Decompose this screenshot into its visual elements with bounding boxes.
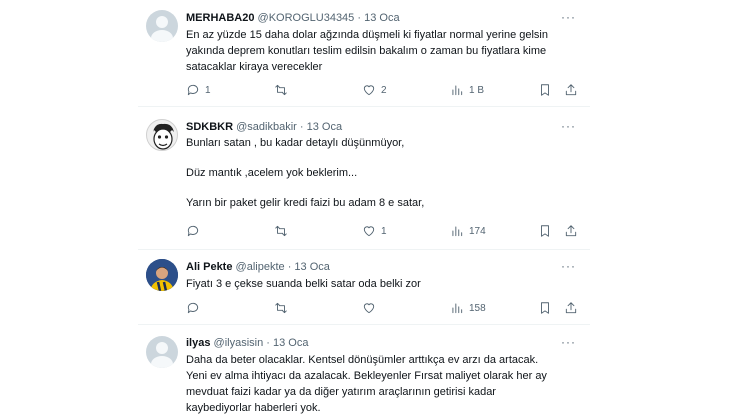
user-handle[interactable]: @KOROGLU34345	[258, 12, 355, 24]
share-button[interactable]	[564, 223, 578, 239]
user-handle[interactable]: @alipekte	[236, 261, 285, 273]
reply-button[interactable]: 1	[186, 82, 211, 98]
retweet-button[interactable]	[274, 82, 288, 98]
cartoon-avatar[interactable]	[146, 119, 178, 151]
display-name[interactable]: MERHABA20	[186, 12, 254, 24]
display-name[interactable]: ilyas	[186, 337, 210, 349]
tweet-text-line: Fiyatı 3 e çekse suanda belki satar oda …	[186, 278, 421, 290]
tweet-text-line: Daha da beter olacaklar. Kentsel dönüşüm…	[186, 354, 539, 366]
tweet-text-line: Yeni ev alma ihtiyacı da azalacak. Bekle…	[186, 370, 547, 382]
separator-dot: ·	[266, 337, 270, 349]
tweet-header: ilyas @ilyasisin · 13 Oca	[186, 337, 308, 349]
view-count: 1 B	[469, 84, 485, 96]
tweet-text-line: kaybediyorlar haberleri yok.	[186, 402, 321, 414]
tweet-actions: 1 2 1 B	[186, 82, 578, 98]
share-icon	[565, 84, 577, 96]
bookmark-icon	[541, 302, 549, 314]
timestamp[interactable]: 13 Oca	[364, 12, 399, 24]
retweet-button[interactable]	[274, 223, 288, 239]
tweet-text-line	[186, 151, 586, 166]
user-handle[interactable]: @ilyasisin	[214, 337, 264, 349]
tweet[interactable]: ilyas @ilyasisin · 13 Oca ··· Daha da be…	[138, 325, 590, 420]
like-count: 1	[381, 225, 387, 237]
view-count: 174	[469, 225, 486, 237]
reply-icon	[187, 84, 199, 96]
share-icon	[565, 225, 577, 237]
tweet[interactable]: SDKBKR @sadikbakir · 13 Oca ··· Bunları …	[138, 107, 590, 250]
user-handle[interactable]: @sadikbakir	[236, 121, 297, 133]
separator-dot: ·	[357, 12, 362, 24]
views-chart-icon	[452, 85, 463, 96]
timestamp[interactable]: 13 Oca	[273, 337, 308, 349]
tweet-text: En az yüzde 15 daha dolar ağzında düşmel…	[186, 27, 586, 75]
bookmark-icon	[541, 225, 549, 237]
tweet-text-line: Bunları satan , bu kadar detaylı düşünmü…	[186, 137, 405, 149]
views-button[interactable]: 174	[450, 223, 486, 239]
tweet-text-line: mevduat faizi kadar ya da diğer yatırım …	[186, 386, 496, 398]
views-chart-icon	[452, 303, 463, 314]
display-name[interactable]: SDKBKR	[186, 121, 233, 133]
tweet[interactable]: MERHABA20 @KOROGLU34345 · 13 Oca ··· En …	[138, 0, 590, 107]
like-count: 2	[381, 84, 387, 96]
views-button[interactable]: 158	[450, 300, 486, 316]
retweet-icon	[275, 302, 287, 314]
bookmark-button[interactable]	[538, 300, 552, 316]
reply-count: 1	[205, 84, 211, 96]
tweet-header: MERHABA20 @KOROGLU34345 · 13 Oca	[186, 12, 400, 24]
reply-button[interactable]	[186, 300, 205, 316]
share-button[interactable]	[564, 82, 578, 98]
more-options-icon[interactable]: ···	[561, 10, 576, 24]
heart-icon	[363, 226, 375, 237]
reply-icon	[187, 302, 199, 314]
retweet-button[interactable]	[274, 300, 288, 316]
default-avatar[interactable]	[146, 10, 178, 42]
view-count: 158	[469, 302, 486, 314]
tweet-text: Fiyatı 3 e çekse suanda belki satar oda …	[186, 276, 586, 292]
like-button[interactable]: 2	[362, 82, 387, 98]
more-options-icon[interactable]: ···	[561, 335, 576, 349]
reply-button[interactable]	[186, 223, 205, 239]
more-options-icon[interactable]: ···	[561, 119, 576, 133]
retweet-icon	[275, 225, 287, 237]
more-options-icon[interactable]: ···	[561, 259, 576, 273]
cartoon-face-icon	[153, 123, 174, 150]
timestamp[interactable]: 13 Oca	[294, 261, 329, 273]
separator-dot: ·	[287, 261, 292, 273]
share-button[interactable]	[564, 300, 578, 316]
bookmark-icon	[541, 84, 549, 96]
tweet-header: Ali Pekte @alipekte · 13 Oca	[186, 261, 330, 273]
like-button[interactable]: 1	[362, 223, 387, 239]
tweet-text-line: yakında deprem konutları teslim edilsin …	[186, 45, 547, 57]
views-chart-icon	[452, 226, 463, 237]
timestamp[interactable]: 13 Oca	[307, 121, 342, 133]
profile-photo-icon	[146, 259, 178, 291]
retweet-icon	[275, 84, 287, 96]
tweet-text-line: Yarın bir paket gelir kredi faizi bu ada…	[186, 197, 425, 209]
tweet-header: SDKBKR @sadikbakir · 13 Oca	[186, 121, 342, 133]
default-avatar[interactable]	[146, 336, 178, 368]
tweet-text-line: Düz mantık ,acelem yok beklerim...	[186, 167, 358, 179]
tweet-text-line	[186, 181, 586, 196]
tweet-text-line: En az yüzde 15 daha dolar ağzında düşmel…	[186, 29, 548, 41]
tweet[interactable]: Ali Pekte @alipekte · 13 Oca ··· Fiyatı …	[138, 250, 590, 325]
tweet-timeline: MERHABA20 @KOROGLU34345 · 13 Oca ··· En …	[138, 0, 590, 420]
tweet-text-line: satacaklar kiraya verecekler	[186, 61, 323, 73]
bookmark-button[interactable]	[538, 223, 552, 239]
separator-dot: ·	[299, 121, 304, 133]
heart-icon	[363, 85, 375, 96]
tweet-actions: 1 174	[186, 223, 578, 239]
bookmark-button[interactable]	[538, 82, 552, 98]
heart-icon	[363, 303, 375, 314]
share-icon	[565, 302, 577, 314]
tweet-text: Daha da beter olacaklar. Kentsel dönüşüm…	[186, 352, 586, 416]
like-button[interactable]	[362, 300, 381, 316]
tweet-text: Bunları satan , bu kadar detaylı düşünmü…	[186, 136, 586, 211]
tweet-actions: 158	[186, 300, 578, 316]
photo-avatar[interactable]	[146, 259, 178, 291]
reply-icon	[187, 225, 199, 237]
display-name[interactable]: Ali Pekte	[186, 261, 232, 273]
views-button[interactable]: 1 B	[450, 82, 484, 98]
